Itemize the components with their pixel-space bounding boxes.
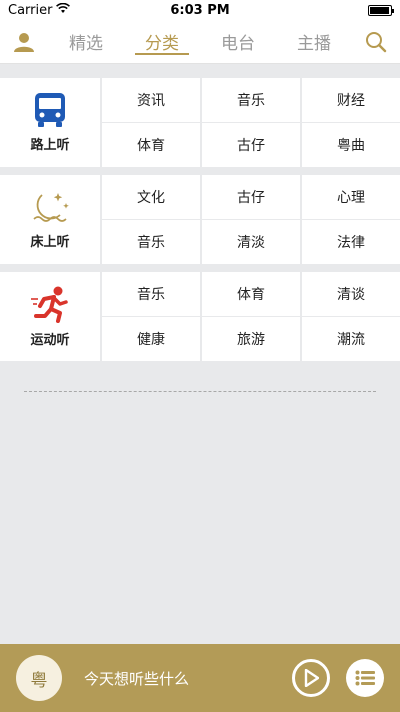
subcategory-item[interactable]: 潮流: [302, 317, 400, 361]
category-section: 运动听 音乐 体育 清谈 健康 旅游 潮流: [0, 272, 400, 361]
wifi-icon: [56, 2, 71, 18]
profile-button[interactable]: [0, 31, 48, 53]
nav-tabs: 精选 分类 电台 主播: [48, 20, 352, 63]
status-left: Carrier: [8, 2, 71, 18]
subcategory-item[interactable]: 心理: [302, 175, 400, 219]
subcategory-item[interactable]: 古仔: [202, 175, 300, 219]
subcategory-item[interactable]: 古仔: [202, 123, 300, 167]
tab-hosts[interactable]: 主播: [293, 20, 335, 63]
subcategory-grid: 音乐 体育 清谈 健康 旅游 潮流: [102, 272, 400, 361]
section-header[interactable]: 运动听: [0, 272, 100, 361]
search-button[interactable]: [352, 31, 400, 53]
subcategory-item[interactable]: 体育: [202, 272, 300, 316]
mini-player: 粤 今天想听些什么: [0, 644, 400, 712]
subcategory-item[interactable]: 文化: [102, 175, 200, 219]
subcategory-item[interactable]: 财经: [302, 78, 400, 122]
tab-featured[interactable]: 精选: [65, 20, 107, 63]
subcategory-item[interactable]: 粤曲: [302, 123, 400, 167]
play-button[interactable]: [292, 659, 330, 697]
carrier-label: Carrier: [8, 2, 53, 18]
list-icon: [355, 670, 375, 686]
section-label: 路上听: [30, 138, 70, 153]
station-avatar[interactable]: 粤: [16, 655, 62, 701]
search-icon: [366, 31, 387, 52]
subcategory-item[interactable]: 法律: [302, 220, 400, 264]
top-nav: 精选 分类 电台 主播: [0, 20, 400, 64]
subcategory-item[interactable]: 音乐: [102, 272, 200, 316]
bus-icon: [35, 93, 65, 127]
subcategory-item[interactable]: 体育: [102, 123, 200, 167]
dashed-divider: [24, 391, 376, 392]
playlist-button[interactable]: [346, 659, 384, 697]
subcategory-item[interactable]: 音乐: [102, 220, 200, 264]
section-label: 运动听: [30, 333, 70, 348]
category-list: 路上听 资讯 音乐 财经 体育 古仔 粤曲 床上听 文化 古仔 心理 音乐 清淡…: [0, 64, 400, 392]
subcategory-item[interactable]: 音乐: [202, 78, 300, 122]
player-prompt[interactable]: 今天想听些什么: [84, 668, 276, 689]
subcategory-item[interactable]: 清淡: [202, 220, 300, 264]
subcategory-item[interactable]: 资讯: [102, 78, 200, 122]
subcategory-item[interactable]: 旅游: [202, 317, 300, 361]
tab-radio[interactable]: 电台: [217, 20, 259, 63]
subcategory-grid: 资讯 音乐 财经 体育 古仔 粤曲: [102, 78, 400, 167]
category-section: 路上听 资讯 音乐 财经 体育 古仔 粤曲: [0, 78, 400, 167]
section-header[interactable]: 路上听: [0, 78, 100, 167]
tab-categories[interactable]: 分类: [135, 20, 189, 63]
station-avatar-text: 粤: [30, 670, 48, 691]
moon-icon: [33, 193, 69, 222]
user-icon: [14, 32, 34, 52]
battery-icon: [368, 4, 394, 16]
subcategory-item[interactable]: 清谈: [302, 272, 400, 316]
category-section: 床上听 文化 古仔 心理 音乐 清淡 法律: [0, 175, 400, 264]
section-header[interactable]: 床上听: [0, 175, 100, 264]
status-bar: Carrier 6:03 PM: [0, 0, 400, 20]
play-icon: [304, 669, 319, 687]
subcategory-grid: 文化 古仔 心理 音乐 清淡 法律: [102, 175, 400, 264]
runner-icon: [31, 286, 68, 323]
section-label: 床上听: [30, 235, 70, 250]
subcategory-item[interactable]: 健康: [102, 317, 200, 361]
